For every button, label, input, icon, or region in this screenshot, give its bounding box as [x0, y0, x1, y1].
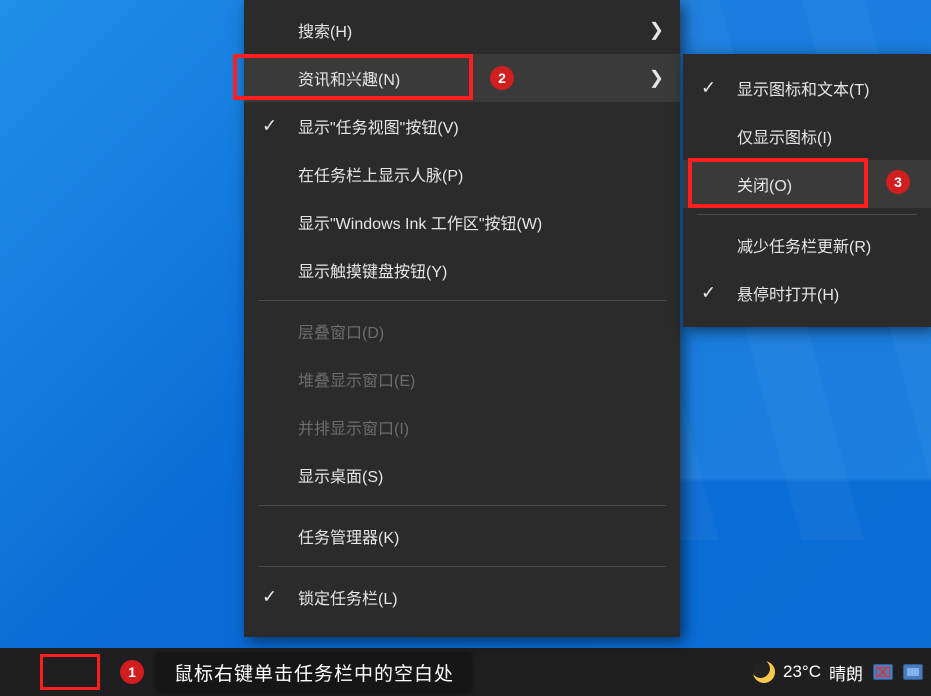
menu-item-label: 减少任务栏更新(R) [737, 233, 871, 257]
menu-item-lock-taskbar[interactable]: ✓ 锁定任务栏(L) [244, 573, 680, 621]
menu-separator [258, 300, 666, 301]
menu-item-label: 层叠窗口(D) [298, 319, 384, 343]
taskbar-notification-area: 23°C 晴朗 [753, 648, 923, 696]
menu-item-label: 关闭(O) [737, 172, 792, 196]
taskbar-weather-widget[interactable]: 23°C 晴朗 [753, 660, 863, 685]
menu-item-show-ink[interactable]: 显示"Windows Ink 工作区"按钮(W) [244, 198, 680, 246]
check-icon: ✓ [262, 116, 277, 137]
annotation-badge-3: 3 [886, 170, 910, 194]
submenu-item-open-on-hover[interactable]: ✓ 悬停时打开(H) [683, 269, 931, 317]
menu-item-label: 显示图标和文本(T) [737, 76, 869, 100]
menu-item-search[interactable]: 搜索(H) ❯ [244, 6, 680, 54]
menu-item-label: 并排显示窗口(I) [298, 415, 409, 439]
menu-item-cascade-windows: 层叠窗口(D) [244, 307, 680, 355]
menu-item-show-taskview[interactable]: ✓ 显示"任务视图"按钮(V) [244, 102, 680, 150]
menu-separator [697, 214, 917, 215]
menu-item-show-people[interactable]: 在任务栏上显示人脉(P) [244, 150, 680, 198]
annotation-badge-1: 1 [120, 660, 144, 684]
menu-item-label: 堆叠显示窗口(E) [298, 367, 415, 391]
menu-item-label: 仅显示图标(I) [737, 124, 832, 148]
tray-icon-monitor[interactable] [903, 664, 923, 680]
menu-item-label: 搜索(H) [298, 18, 352, 42]
menu-item-news-interests[interactable]: 资讯和兴趣(N) ❯ [244, 54, 680, 102]
weather-temperature: 23°C [783, 662, 821, 682]
menu-item-label: 资讯和兴趣(N) [298, 66, 400, 90]
tray-icon-blocked[interactable] [873, 664, 893, 680]
menu-item-label: 悬停时打开(H) [737, 281, 839, 305]
check-icon: ✓ [262, 587, 277, 608]
annotation-instruction-tooltip: 鼠标右键单击任务栏中的空白处 [156, 652, 472, 692]
moon-icon [753, 661, 775, 683]
check-icon: ✓ [701, 283, 716, 304]
menu-item-label: 显示"任务视图"按钮(V) [298, 114, 459, 138]
menu-item-stack-windows: 堆叠显示窗口(E) [244, 355, 680, 403]
menu-item-show-desktop[interactable]: 显示桌面(S) [244, 451, 680, 499]
menu-item-label: 显示"Windows Ink 工作区"按钮(W) [298, 210, 542, 234]
annotation-highlight-taskbar-empty-area [40, 654, 100, 690]
menu-item-task-manager[interactable]: 任务管理器(K) [244, 512, 680, 560]
menu-separator [258, 505, 666, 506]
submenu-item-reduce-updates[interactable]: 减少任务栏更新(R) [683, 221, 931, 269]
menu-item-label: 锁定任务栏(L) [298, 585, 398, 609]
instruction-text: 鼠标右键单击任务栏中的空白处 [174, 659, 454, 686]
weather-condition: 晴朗 [829, 660, 863, 685]
menu-item-label: 任务管理器(K) [298, 524, 399, 548]
chevron-right-icon: ❯ [649, 68, 664, 89]
chevron-right-icon: ❯ [649, 20, 664, 41]
menu-item-show-touch-keyboard[interactable]: 显示触摸键盘按钮(Y) [244, 246, 680, 294]
submenu-item-show-icon-text[interactable]: ✓ 显示图标和文本(T) [683, 64, 931, 112]
check-icon: ✓ [701, 78, 716, 99]
annotation-badge-2: 2 [490, 66, 514, 90]
menu-item-label: 在任务栏上显示人脉(P) [298, 162, 463, 186]
submenu-item-icon-only[interactable]: 仅显示图标(I) [683, 112, 931, 160]
menu-item-label: 显示触摸键盘按钮(Y) [298, 258, 447, 282]
menu-separator [258, 566, 666, 567]
taskbar-context-menu: 搜索(H) ❯ 资讯和兴趣(N) ❯ ✓ 显示"任务视图"按钮(V) 在任务栏上… [244, 0, 680, 637]
menu-item-side-by-side-windows: 并排显示窗口(I) [244, 403, 680, 451]
menu-item-label: 显示桌面(S) [298, 463, 383, 487]
